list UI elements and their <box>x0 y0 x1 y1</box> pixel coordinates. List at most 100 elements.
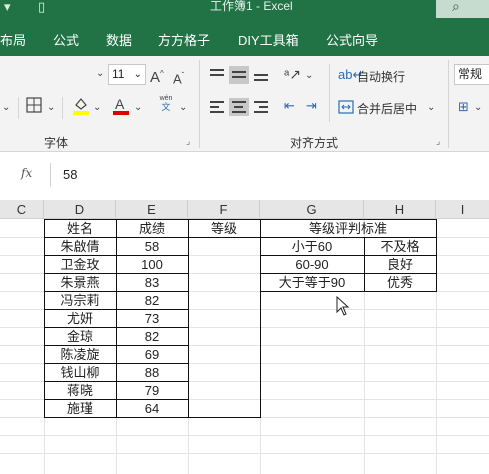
font-size-value: 11 <box>112 67 125 81</box>
alignment-dialog-launcher-icon[interactable]: ⌟ <box>436 136 440 147</box>
column-header-h[interactable]: H <box>364 200 436 219</box>
header-name-cell[interactable]: 姓名 <box>44 219 116 238</box>
ribbon: ⌄ 11 ⌄ A^ Aˇ ⌄ ⌄ ⌄ A ⌄ wén 文 ⌄ 字体 ⌟ ᵃ↗ ⌄… <box>0 56 489 152</box>
underline-chevron-down-icon[interactable]: ⌄ <box>2 100 10 116</box>
student-score-cell[interactable]: 82 <box>116 327 188 346</box>
save-icon[interactable]: ▯ <box>38 0 45 14</box>
font-color-chevron-down-icon[interactable]: ⌄ <box>134 100 142 116</box>
student-score-cell[interactable]: 100 <box>116 255 188 274</box>
fill-color-icon[interactable] <box>72 96 90 116</box>
column-header-d[interactable]: D <box>44 200 116 219</box>
insert-function-area[interactable]: fx <box>0 163 48 187</box>
tab-formulas[interactable]: 公式 <box>53 30 79 49</box>
window-title: 工作簿1 - Excel <box>210 0 293 13</box>
wrap-text-button[interactable]: 自动换行 <box>357 68 405 85</box>
font-name-chevron-down-icon[interactable]: ⌄ <box>96 66 104 82</box>
criteria-range-cell[interactable]: 大于等于90 <box>260 273 364 292</box>
grow-font-icon[interactable]: A^ <box>150 66 164 86</box>
search-box[interactable]: ⌕ <box>436 0 489 18</box>
student-score-cell[interactable]: 64 <box>116 399 188 418</box>
alignment-group-label: 对齐方式 <box>290 136 339 150</box>
student-name-cell[interactable]: 冯宗莉 <box>44 291 116 310</box>
font-color-icon[interactable]: A <box>112 96 130 116</box>
align-bottom-button[interactable] <box>251 66 271 84</box>
worksheet-grid[interactable]: C D E F G H I 姓名 成绩 等级 等级评判标准 朱啟倩 58 卫金玫… <box>0 197 489 474</box>
student-score-cell[interactable]: 58 <box>116 237 188 256</box>
gridline <box>0 453 489 454</box>
number-format-select[interactable]: 常规 <box>454 64 489 85</box>
decrease-indent-icon[interactable]: ⇤ <box>284 98 295 114</box>
fill-color-chevron-down-icon[interactable]: ⌄ <box>93 100 101 116</box>
student-name-cell[interactable]: 尤妍 <box>44 309 116 328</box>
merge-center-icon[interactable] <box>338 99 354 115</box>
criteria-grade-cell[interactable]: 良好 <box>364 255 436 274</box>
student-name-cell[interactable]: 朱啟倩 <box>44 237 116 256</box>
ribbon-tabs: 布局 公式 数据 方方格子 DIY工具箱 公式向导 <box>0 20 489 56</box>
student-score-cell[interactable]: 79 <box>116 381 188 400</box>
student-name-cell[interactable]: 陈凌旋 <box>44 345 116 364</box>
separator <box>18 97 19 119</box>
student-score-cell[interactable]: 82 <box>116 291 188 310</box>
column-header-e[interactable]: E <box>116 200 188 219</box>
tab-data[interactable]: 数据 <box>106 30 132 49</box>
shrink-font-icon[interactable]: Aˇ <box>173 68 184 87</box>
column-header-c[interactable]: C <box>0 200 44 219</box>
student-score-cell[interactable]: 73 <box>116 309 188 328</box>
align-left-button[interactable] <box>207 98 227 116</box>
criteria-title-cell[interactable]: 等级评判标准 <box>260 219 436 238</box>
separator <box>62 97 63 119</box>
tab-formula-wizard[interactable]: 公式向导 <box>326 30 378 49</box>
column-header-f[interactable]: F <box>188 200 260 219</box>
align-center-button[interactable] <box>229 98 249 116</box>
borders-icon[interactable] <box>26 97 44 113</box>
font-size-select[interactable]: 11 ⌄ <box>108 64 146 85</box>
search-icon: ⌕ <box>452 0 460 14</box>
student-name-cell[interactable]: 卫金玫 <box>44 255 116 274</box>
student-score-cell[interactable]: 69 <box>116 345 188 364</box>
student-name-cell[interactable]: 施瑾 <box>44 399 116 418</box>
font-group-label: 字体 <box>44 136 69 150</box>
font-dialog-launcher-icon[interactable]: ⌟ <box>186 136 190 147</box>
group-separator <box>448 60 449 148</box>
student-name-cell[interactable]: 朱景燕 <box>44 273 116 292</box>
align-top-button[interactable] <box>207 66 227 84</box>
insert-function-icon[interactable]: fx <box>21 166 32 180</box>
accounting-format-icon[interactable]: ⊞ <box>458 99 469 115</box>
title-bar: ▾ ▯ 工作簿1 - Excel ⌕ <box>0 0 489 20</box>
student-name-cell[interactable]: 钱山柳 <box>44 363 116 382</box>
align-right-button[interactable] <box>251 98 271 116</box>
accounting-chevron-down-icon[interactable]: ⌄ <box>474 100 482 116</box>
criteria-range-cell[interactable]: 小于60 <box>260 237 364 256</box>
font-size-chevron-down-icon: ⌄ <box>133 69 142 80</box>
formula-input[interactable]: 58 <box>50 163 489 187</box>
merge-center-button[interactable]: 合并后居中 <box>357 100 417 117</box>
merge-center-chevron-down-icon[interactable]: ⌄ <box>427 100 435 116</box>
table-border <box>188 219 189 418</box>
borders-chevron-down-icon[interactable]: ⌄ <box>47 100 55 116</box>
criteria-range-cell[interactable]: 60-90 <box>260 255 364 274</box>
formula-bar: fx 58 <box>0 152 489 197</box>
gridline <box>0 435 489 436</box>
criteria-grade-cell[interactable]: 不及格 <box>364 237 436 256</box>
tab-layout[interactable]: 布局 <box>0 30 26 49</box>
phonetic-chevron-down-icon[interactable]: ⌄ <box>179 100 187 116</box>
orientation-icon[interactable]: ᵃ↗ <box>284 66 301 82</box>
phonetic-guide-icon[interactable]: wén 文 <box>155 94 177 112</box>
header-grade-cell[interactable]: 等级 <box>188 219 260 238</box>
student-name-cell[interactable]: 金琼 <box>44 327 116 346</box>
tab-fangfang-gezi[interactable]: 方方格子 <box>158 30 210 49</box>
quick-access-dropdown-icon[interactable]: ▾ <box>4 0 11 14</box>
criteria-grade-cell[interactable]: 优秀 <box>364 273 436 292</box>
tab-diy-toolbox[interactable]: DIY工具箱 <box>238 30 299 49</box>
increase-indent-icon[interactable]: ⇥ <box>306 98 317 114</box>
table-border <box>436 219 437 292</box>
orientation-chevron-down-icon[interactable]: ⌄ <box>305 68 313 84</box>
student-name-cell[interactable]: 蒋晓 <box>44 381 116 400</box>
header-score-cell[interactable]: 成绩 <box>116 219 188 238</box>
student-score-cell[interactable]: 88 <box>116 363 188 382</box>
column-header-g[interactable]: G <box>260 200 364 219</box>
column-header-i[interactable]: I <box>436 200 489 219</box>
student-score-cell[interactable]: 83 <box>116 273 188 292</box>
align-middle-button[interactable] <box>229 66 249 84</box>
svg-text:A: A <box>115 96 125 112</box>
